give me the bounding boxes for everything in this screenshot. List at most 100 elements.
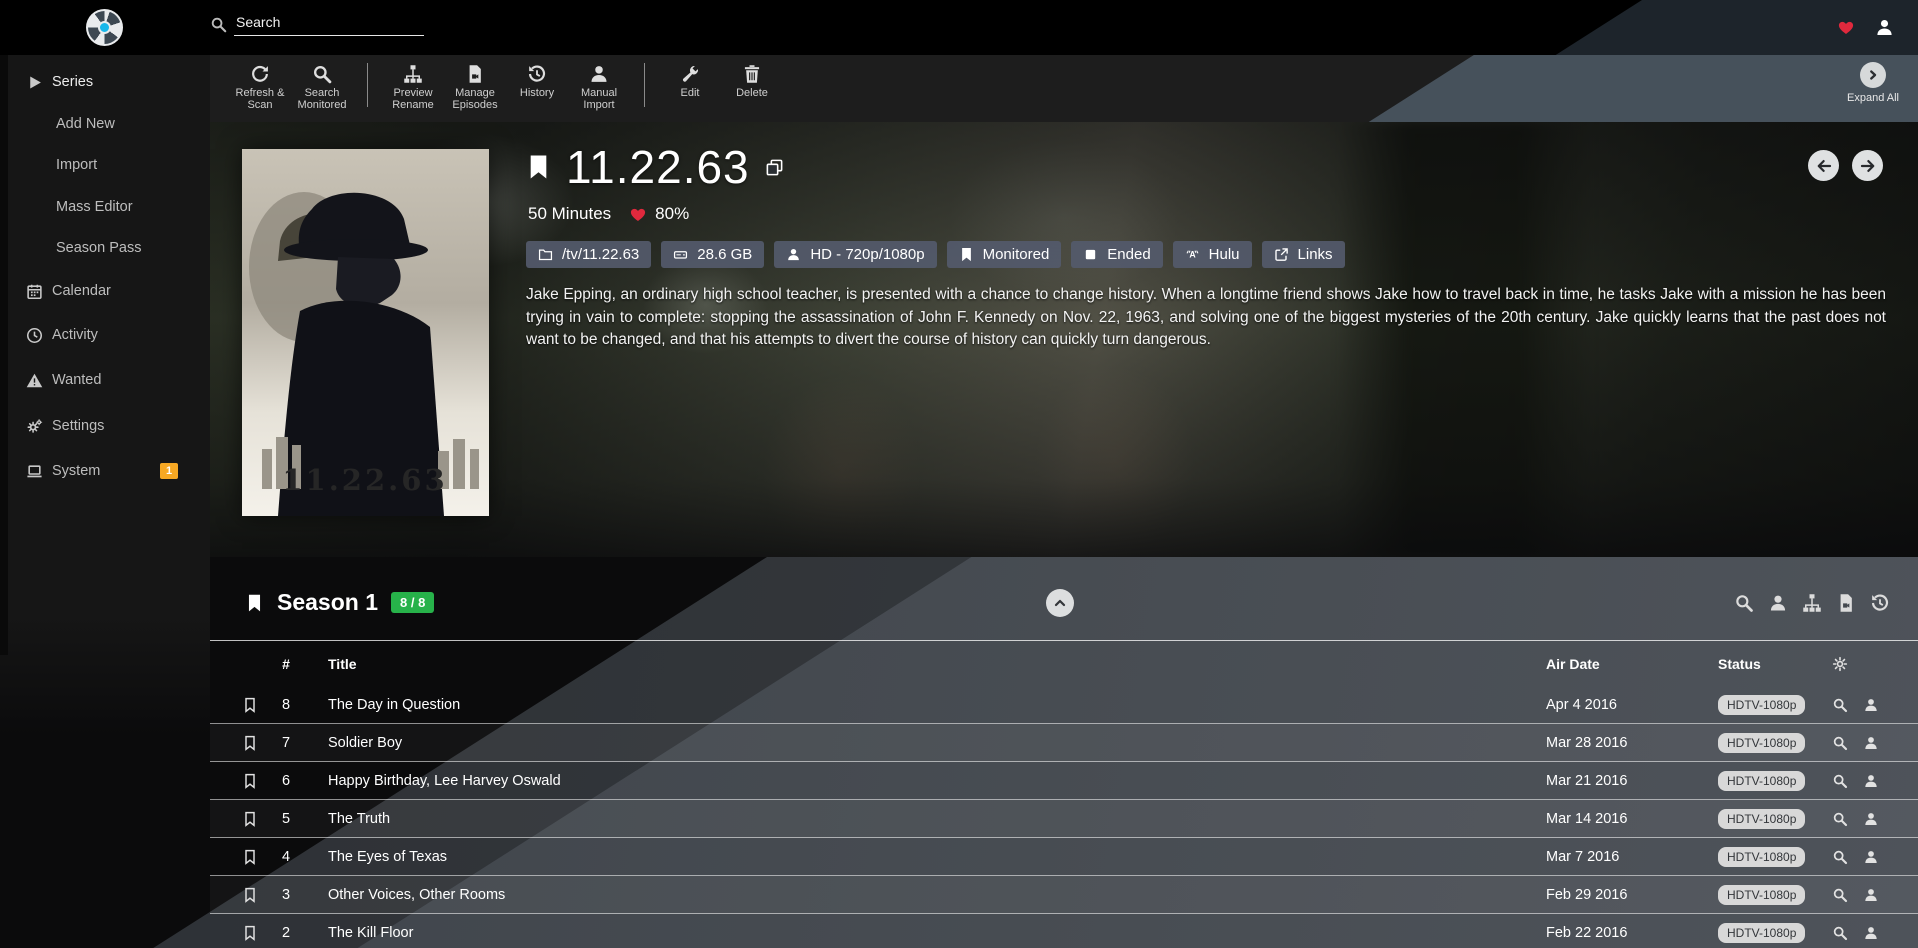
monitor-episode-icon[interactable] bbox=[242, 735, 258, 751]
sidebar-item-activity[interactable]: Activity bbox=[0, 320, 210, 350]
episode-search-icon[interactable] bbox=[1832, 697, 1848, 713]
sidebar-item-system[interactable]: System 1 bbox=[0, 456, 210, 486]
history-button[interactable]: History bbox=[506, 55, 568, 99]
series-details: 11.22.63 50 Minutes 80% /tv/11.22.63 28.… bbox=[526, 140, 1906, 352]
bookmark-icon bbox=[959, 247, 974, 262]
episode-air-date: Mar 14 2016 bbox=[1538, 811, 1718, 827]
episode-search-icon[interactable] bbox=[1832, 811, 1848, 827]
episode-interactive-search-icon[interactable] bbox=[1863, 811, 1879, 827]
episode-search-icon[interactable] bbox=[1832, 735, 1848, 751]
table-row[interactable]: 3 Other Voices, Other Rooms Feb 29 2016 … bbox=[210, 876, 1918, 914]
monitor-episode-icon[interactable] bbox=[242, 773, 258, 789]
next-series-button[interactable] bbox=[1852, 150, 1883, 181]
table-row[interactable]: 2 The Kill Floor Feb 22 2016 HDTV-1080p bbox=[210, 914, 1918, 948]
preview-rename-button[interactable]: Preview Rename bbox=[382, 55, 444, 111]
episode-search-icon[interactable] bbox=[1832, 773, 1848, 789]
toolbar-buttons: Refresh & Scan Search Monitored Preview … bbox=[229, 55, 783, 122]
network-badge: A Hulu bbox=[1173, 241, 1252, 268]
table-options-gear-icon[interactable] bbox=[1832, 656, 1848, 672]
series-quality-profile: HD - 720p/1080p bbox=[810, 246, 924, 263]
user-account-icon[interactable] bbox=[1875, 18, 1894, 37]
episode-interactive-search-icon[interactable] bbox=[1863, 773, 1879, 789]
episode-title[interactable]: The Kill Floor bbox=[306, 925, 1538, 941]
manage-episodes-button[interactable]: Manage Episodes bbox=[444, 55, 506, 111]
sidebar-item-mass-editor[interactable]: Mass Editor bbox=[0, 192, 210, 222]
delete-button[interactable]: Delete bbox=[721, 55, 783, 99]
sidebar-item-calendar[interactable]: Calendar bbox=[0, 276, 210, 306]
episode-interactive-search-icon[interactable] bbox=[1863, 849, 1879, 865]
episode-search-icon[interactable] bbox=[1832, 849, 1848, 865]
column-number[interactable]: # bbox=[266, 656, 306, 672]
sidebar-item-series[interactable]: Series bbox=[0, 67, 210, 97]
quality-profile-badge[interactable]: HD - 720p/1080p bbox=[774, 241, 936, 268]
monitored-badge[interactable]: Monitored bbox=[947, 241, 1062, 268]
toolbar-separator bbox=[367, 63, 368, 107]
sidebar-item-add-new[interactable]: Add New bbox=[0, 109, 210, 139]
episode-interactive-search-icon[interactable] bbox=[1863, 887, 1879, 903]
column-title[interactable]: Title bbox=[306, 656, 1538, 672]
search-monitored-button[interactable]: Search Monitored bbox=[291, 55, 353, 111]
episode-status: HDTV-1080p bbox=[1718, 847, 1828, 867]
table-row[interactable]: 8 The Day in Question Apr 4 2016 HDTV-10… bbox=[210, 686, 1918, 724]
donate-heart-icon[interactable] bbox=[1837, 19, 1855, 36]
manual-import-button[interactable]: Manual Import bbox=[568, 55, 630, 111]
series-title: 11.22.63 bbox=[566, 140, 750, 194]
size-badge[interactable]: 28.6 GB bbox=[661, 241, 764, 268]
preview-rename-icon[interactable] bbox=[1802, 593, 1822, 613]
edit-button[interactable]: Edit bbox=[659, 55, 721, 99]
expand-all-button[interactable]: Expand All bbox=[1838, 62, 1908, 104]
copy-title-icon[interactable] bbox=[765, 158, 784, 177]
sidebar-item-settings[interactable]: Settings bbox=[0, 411, 210, 441]
links-badge[interactable]: Links bbox=[1262, 241, 1345, 268]
sidebar-item-import[interactable]: Import bbox=[0, 150, 210, 180]
monitor-episode-icon[interactable] bbox=[242, 925, 258, 941]
episode-title[interactable]: Happy Birthday, Lee Harvey Oswald bbox=[306, 773, 1538, 789]
episode-title[interactable]: The Eyes of Texas bbox=[306, 849, 1538, 865]
episode-search-icon[interactable] bbox=[1832, 925, 1848, 941]
refresh-scan-button[interactable]: Refresh & Scan bbox=[229, 55, 291, 111]
sonarr-logo[interactable] bbox=[86, 9, 123, 46]
series-poster[interactable]: 11.22.63 bbox=[242, 149, 489, 516]
episode-search-icon[interactable] bbox=[1832, 887, 1848, 903]
monitor-episode-icon[interactable] bbox=[242, 887, 258, 903]
monitor-episode-icon[interactable] bbox=[242, 811, 258, 827]
episode-title[interactable]: Soldier Boy bbox=[306, 735, 1538, 751]
table-row[interactable]: 4 The Eyes of Texas Mar 7 2016 HDTV-1080… bbox=[210, 838, 1918, 876]
interactive-search-icon[interactable] bbox=[1768, 593, 1788, 613]
episode-interactive-search-icon[interactable] bbox=[1863, 925, 1879, 941]
series-meta-row: 50 Minutes 80% bbox=[528, 204, 1906, 224]
episode-title[interactable]: Other Voices, Other Rooms bbox=[306, 887, 1538, 903]
table-row[interactable]: 5 The Truth Mar 14 2016 HDTV-1080p bbox=[210, 800, 1918, 838]
bookmark-icon[interactable] bbox=[245, 591, 264, 615]
column-air-date[interactable]: Air Date bbox=[1538, 656, 1718, 672]
column-status[interactable]: Status bbox=[1718, 656, 1828, 672]
top-navigation-bar bbox=[0, 0, 1918, 55]
history-icon[interactable] bbox=[1870, 593, 1890, 613]
collapse-season-button[interactable] bbox=[1046, 589, 1074, 617]
search-input[interactable] bbox=[234, 12, 424, 36]
episode-interactive-search-icon[interactable] bbox=[1863, 697, 1879, 713]
monitor-episode-icon[interactable] bbox=[242, 849, 258, 865]
episode-air-date: Apr 4 2016 bbox=[1538, 697, 1718, 713]
monitor-episode-icon[interactable] bbox=[242, 697, 258, 713]
sidebar-item-label: Add New bbox=[56, 116, 115, 132]
calendar-icon bbox=[26, 283, 43, 300]
series-size: 28.6 GB bbox=[697, 246, 752, 263]
episode-title[interactable]: The Day in Question bbox=[306, 697, 1538, 713]
path-badge[interactable]: /tv/11.22.63 bbox=[526, 241, 651, 268]
episode-table: # Title Air Date Status 8 The Day in Que… bbox=[210, 641, 1918, 948]
table-row[interactable]: 7 Soldier Boy Mar 28 2016 HDTV-1080p bbox=[210, 724, 1918, 762]
episode-air-date: Feb 22 2016 bbox=[1538, 925, 1718, 941]
sidebar-item-wanted[interactable]: Wanted bbox=[0, 365, 210, 395]
manage-episodes-icon[interactable] bbox=[1836, 593, 1856, 613]
sidebar-item-season-pass[interactable]: Season Pass bbox=[0, 233, 210, 263]
sidebar: Series Add New Import Mass Editor Season… bbox=[0, 55, 210, 948]
search-season-icon[interactable] bbox=[1734, 593, 1754, 613]
episode-title[interactable]: The Truth bbox=[306, 811, 1538, 827]
search-icon bbox=[210, 16, 227, 33]
series-links: Links bbox=[1298, 246, 1333, 263]
table-row[interactable]: 6 Happy Birthday, Lee Harvey Oswald Mar … bbox=[210, 762, 1918, 800]
monitored-bookmark-icon[interactable] bbox=[526, 151, 551, 183]
episode-interactive-search-icon[interactable] bbox=[1863, 735, 1879, 751]
previous-series-button[interactable] bbox=[1808, 150, 1839, 181]
